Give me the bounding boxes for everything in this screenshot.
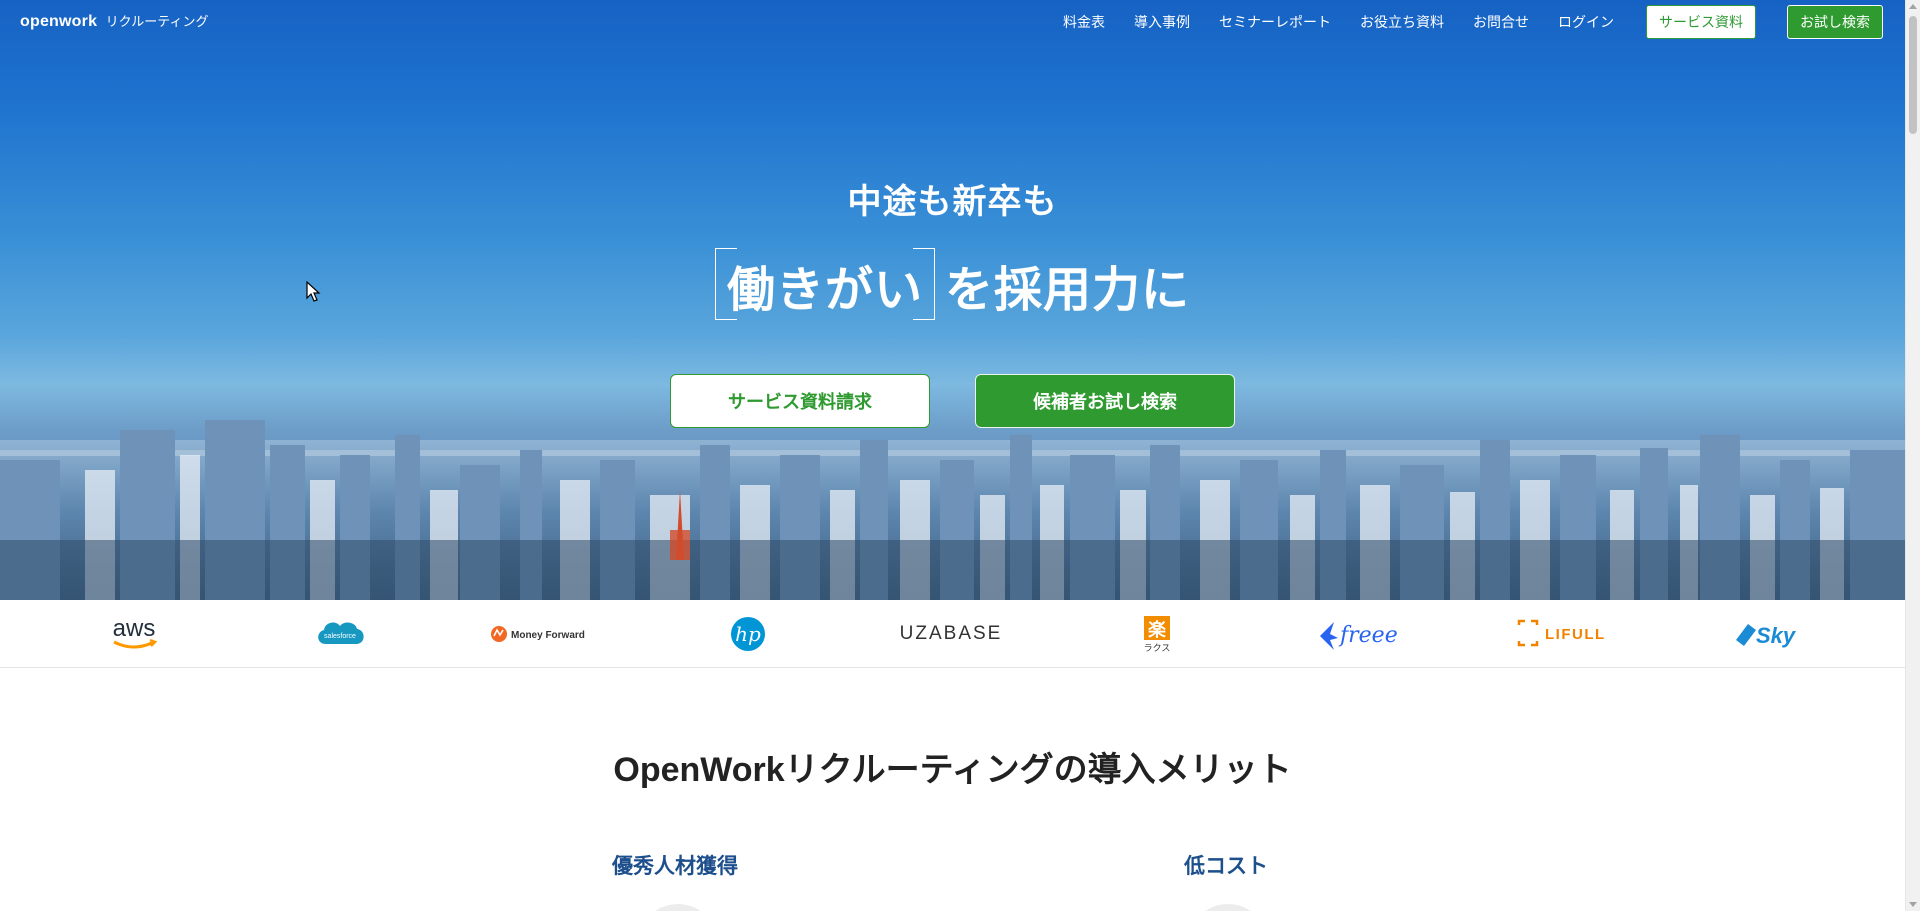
freee-logo-text: freee (1338, 623, 1398, 648)
salesforce-logo-text: salesforce (324, 633, 356, 640)
bracket-right (913, 248, 935, 320)
nav-seminar-report[interactable]: セミナーレポート (1219, 12, 1331, 32)
trial-search-button[interactable]: お試し検索 (1787, 4, 1883, 39)
merits-heading: OpenWorkリクルーティングの導入メリット (613, 751, 1292, 789)
hero-title: 働きがい を採用力に (0, 248, 1905, 320)
freee-logo: freee (1301, 610, 1421, 658)
nav-case-studies[interactable]: 導入事例 (1134, 12, 1190, 32)
money-forward-logo: Money Forward (484, 610, 604, 658)
request-service-doc-button[interactable]: サービス資料請求 (670, 374, 930, 428)
money-forward-logo-text: Money Forward (511, 630, 585, 641)
nav-pricing[interactable]: 料金表 (1063, 12, 1105, 32)
merit-low-cost: 低コスト (1184, 855, 1268, 878)
nav-contact[interactable]: お問合せ (1473, 12, 1529, 32)
candidate-trial-search-button[interactable]: 候補者お試し検索 (975, 374, 1235, 428)
highlight-bracket: 働きがい (714, 248, 935, 320)
page-scrollbar[interactable] (1905, 0, 1920, 911)
site-header: openwork リクルーティング 料金表 導入事例 セミナーレポート お役立ち… (0, 0, 1905, 42)
lifull-logo-text: LIFULL (1545, 626, 1606, 643)
salesforce-logo: salesforce (280, 610, 400, 658)
aws-logo-text: aws (113, 615, 156, 642)
merit-low-cost-icon (1188, 904, 1268, 911)
merit-talent-acquisition: 優秀人材獲得 (612, 855, 738, 878)
client-logo-strip: aws salesforce Money Forward hp UZABASE (0, 600, 1905, 668)
service-doc-button[interactable]: サービス資料 (1646, 4, 1756, 39)
uzabase-logo-text: UZABASE (899, 623, 1003, 644)
merit-talent-icon (638, 904, 718, 911)
rakus-logo-mark: 楽 (1148, 619, 1167, 640)
nav-login[interactable]: ログイン (1558, 12, 1614, 32)
lifull-logo: LIFULL (1505, 610, 1625, 658)
rakus-logo: 楽 ラクス (1097, 610, 1217, 658)
scroll-up-arrow-icon[interactable] (1909, 4, 1917, 9)
hero-title-rest: を採用力に (945, 264, 1191, 317)
openwork-logo[interactable]: openwork リクルーティング (20, 11, 208, 31)
scroll-down-arrow-icon[interactable] (1909, 902, 1917, 907)
rakus-logo-text: ラクス (1144, 643, 1171, 653)
aws-logo: aws (74, 610, 194, 658)
hero-subtitle: 中途も新卒も (847, 183, 1058, 221)
sky-logo-text: Sky (1756, 623, 1797, 648)
mouse-cursor-icon (306, 281, 321, 302)
main-nav: 料金表 導入事例 セミナーレポート お役立ち資料 お問合せ ログイン サービス資… (1034, 4, 1883, 39)
nav-resources[interactable]: お役立ち資料 (1360, 12, 1444, 32)
bracket-left (714, 248, 737, 320)
hero-highlight: 働きがい (726, 264, 923, 317)
scroll-thumb[interactable] (1909, 16, 1917, 134)
logo-sub-text: リクルーティング (105, 14, 209, 29)
uzabase-logo: UZABASE (891, 610, 1011, 658)
logo-main-text: openwork (20, 13, 98, 30)
hp-logo-text: hp (735, 622, 761, 646)
hp-logo: hp (688, 610, 808, 658)
sky-logo: Sky (1710, 610, 1830, 658)
city-skyline-image (0, 420, 1905, 600)
